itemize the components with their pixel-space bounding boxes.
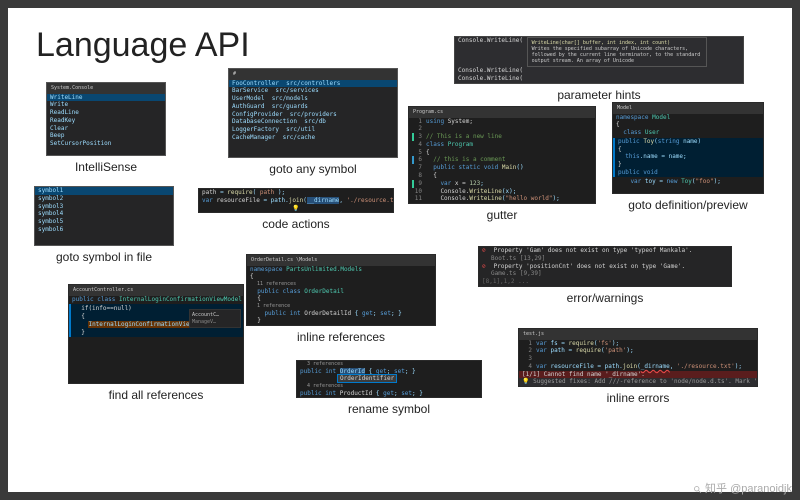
- editor-tab[interactable]: Model: [613, 103, 763, 114]
- error-icon: ⊘: [482, 247, 490, 255]
- tile-intellisense: System.Console WriteLine Write ReadLine …: [46, 82, 166, 174]
- editor-tab[interactable]: OrderDetail.cs \Models: [247, 255, 435, 266]
- caption: goto any symbol: [269, 162, 356, 176]
- tile-goto-definition: Model namespace Model { class User publi…: [612, 102, 764, 212]
- tile-inline-references: OrderDetail.cs \Models namespace PartsUn…: [246, 254, 436, 344]
- dropdown-item[interactable]: WriteLine: [47, 94, 165, 102]
- dropdown-item[interactable]: CacheManager src/cache: [229, 134, 397, 142]
- caption: inline errors: [607, 391, 670, 405]
- tile-parameter-hints: Console.WriteLine( WriteLine(char[] buff…: [454, 36, 744, 102]
- caption: goto symbol in file: [56, 250, 152, 264]
- dropdown-item[interactable]: Beep: [47, 132, 165, 140]
- caption: parameter hints: [557, 88, 640, 102]
- lightbulb-icon[interactable]: 💡: [292, 205, 299, 212]
- quick-fix[interactable]: Suggested fixes: Add ///-reference to 'n…: [533, 378, 758, 385]
- dropdown-item[interactable]: UserModel src/models: [229, 95, 397, 103]
- dropdown-item[interactable]: symbol6: [35, 226, 173, 234]
- caption: gutter: [487, 208, 518, 222]
- code-line: // This is a new line: [426, 133, 502, 140]
- code-line: InternalLoginConfirmationViewModel: [119, 296, 242, 303]
- tile-gutter: Program.cs 1using System; 2 3// This is …: [408, 106, 596, 222]
- caption: find all references: [109, 388, 204, 402]
- zhihu-icon: [693, 485, 702, 494]
- dropdown-header: System.Console: [47, 83, 165, 94]
- code-line: Console.WriteLine(: [455, 67, 743, 75]
- editor-tab[interactable]: AccountController.cs: [69, 285, 243, 296]
- dropdown-item[interactable]: symbol4: [35, 210, 173, 218]
- error-location[interactable]: Boot.ts [13,29]: [479, 255, 731, 263]
- dropdown-item[interactable]: symbol2: [35, 195, 173, 203]
- caption: IntelliSense: [75, 160, 137, 174]
- caption: rename symbol: [348, 402, 430, 416]
- caption: inline references: [297, 330, 385, 344]
- error-more: [8,1],1,2 ...: [479, 278, 731, 286]
- dropdown-item[interactable]: ReadKey: [47, 117, 165, 125]
- dropdown-item[interactable]: Clear: [47, 125, 165, 133]
- dropdown-item[interactable]: LoggerFactory src/util: [229, 126, 397, 134]
- slide: Language API Console.WriteLine( WriteLin…: [8, 8, 792, 492]
- tile-goto-any-symbol: # FooController src/controllers BarServi…: [228, 68, 398, 176]
- caption: goto definition/preview: [628, 198, 747, 212]
- error-icon: ⊘: [482, 263, 490, 271]
- watermark: 知乎 @paranoidjk: [693, 480, 792, 496]
- rename-input[interactable]: OrderIdentifier: [337, 374, 397, 383]
- error-location[interactable]: Game.ts [9,39]: [479, 270, 731, 278]
- dropdown-item[interactable]: Write: [47, 101, 165, 109]
- editor-tab[interactable]: test.js: [519, 329, 757, 340]
- dropdown-item[interactable]: AuthGuard src/guards: [229, 103, 397, 111]
- dropdown-item[interactable]: symbol1: [35, 187, 173, 195]
- search-box[interactable]: #: [229, 69, 397, 80]
- code-line: {: [615, 146, 763, 154]
- dropdown-item[interactable]: symbol3: [35, 203, 173, 211]
- dropdown-item[interactable]: BarService src/services: [229, 87, 397, 95]
- dropdown-item[interactable]: SetCursorPosition: [47, 140, 165, 148]
- dropdown-item[interactable]: ReadLine: [47, 109, 165, 117]
- code-line: {: [613, 121, 763, 129]
- tile-find-all-references: AccountController.cs public class Intern…: [68, 284, 244, 402]
- code-line: Console.WriteLine(: [458, 37, 523, 44]
- tile-error-warnings: ⊘ Property 'Gam' does not exist on type …: [478, 246, 732, 305]
- tile-goto-symbol-in-file: symbol1 symbol2 symbol3 symbol4 symbol5 …: [34, 186, 174, 264]
- tile-rename-symbol: 3 references public int OrderId { get; s…: [296, 360, 482, 416]
- ref-list-item[interactable]: ManageV…: [192, 319, 238, 326]
- code-line: // this is a comment: [426, 156, 505, 163]
- caption: code actions: [262, 217, 329, 231]
- inline-error-msg: [1/1] Cannot find name '_dirname'.: [522, 371, 645, 378]
- code-line: {: [426, 172, 437, 179]
- code-line: Console.WriteLine(: [455, 75, 743, 83]
- dropdown-item[interactable]: symbol5: [35, 218, 173, 226]
- error-message[interactable]: Property 'Gam' does not exist on type 't…: [494, 247, 693, 254]
- caption: error/warnings: [567, 291, 644, 305]
- dropdown-item[interactable]: ConfigProvider src/providers: [229, 111, 397, 119]
- tile-code-actions: path = require( path ); var resourceFile…: [198, 188, 394, 231]
- code-line: {: [426, 149, 430, 156]
- watermark-text: 知乎 @paranoidjk: [705, 483, 792, 495]
- error-message[interactable]: Property 'positionCnt' does not exist on…: [494, 263, 685, 270]
- lightbulb-icon[interactable]: 💡: [522, 378, 529, 385]
- editor-tab[interactable]: Program.cs: [409, 107, 595, 118]
- dropdown-item[interactable]: DatabaseConnection src/db: [229, 118, 397, 126]
- dropdown-item[interactable]: FooController src/controllers: [229, 80, 397, 88]
- signature-desc: Writes the specified subarray of Unicode…: [532, 46, 701, 64]
- tile-inline-errors: test.js 1var fs = require('fs'); 2var pa…: [518, 328, 758, 405]
